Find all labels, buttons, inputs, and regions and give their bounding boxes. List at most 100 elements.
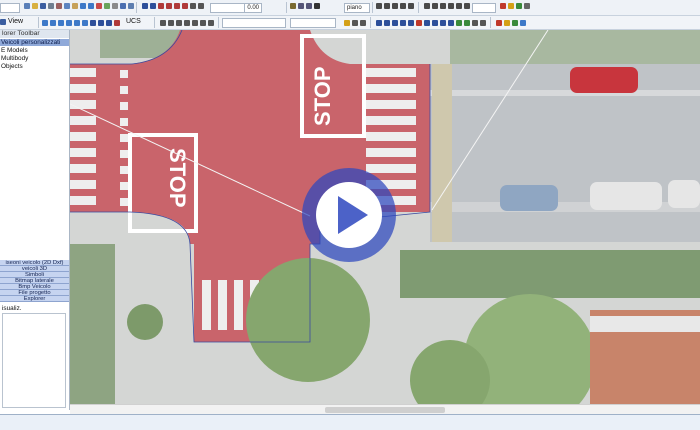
grid-icon[interactable] (112, 3, 118, 9)
report-icon[interactable] (512, 20, 518, 26)
explode-icon[interactable] (448, 20, 454, 26)
parking-line-top (430, 90, 700, 96)
material-icon[interactable] (392, 3, 398, 9)
draw-arc-icon[interactable] (150, 3, 156, 9)
trim-icon[interactable] (408, 20, 414, 26)
roof-wall (590, 316, 700, 332)
scale-icon[interactable] (400, 20, 406, 26)
light-icon[interactable] (384, 3, 390, 9)
copy-object-icon[interactable] (384, 20, 390, 26)
extend-icon[interactable] (416, 20, 422, 26)
color-icon[interactable] (344, 20, 350, 26)
vehicle-icon[interactable] (500, 3, 506, 9)
secondary-toolbar: View UCS (0, 16, 700, 30)
array-icon[interactable] (440, 20, 446, 26)
orbit-icon[interactable] (82, 20, 88, 26)
settings-icon[interactable] (524, 3, 530, 9)
dimension-icon[interactable] (198, 3, 204, 9)
tool-d-icon[interactable] (448, 3, 454, 9)
new-icon[interactable] (24, 3, 30, 9)
open-icon[interactable] (32, 3, 38, 9)
redo-icon[interactable] (88, 3, 94, 9)
tool-c-icon[interactable] (440, 3, 446, 9)
top-view-icon[interactable] (90, 20, 96, 26)
tool-a-icon[interactable] (424, 3, 430, 9)
tree-item-objects[interactable]: Objects (0, 63, 69, 70)
explorer-button[interactable]: Explorer (0, 296, 69, 302)
layer-dropdown[interactable] (222, 18, 286, 28)
snap-center-icon[interactable] (176, 20, 182, 26)
draw-rect-icon[interactable] (174, 3, 180, 9)
tree-item-selected[interactable]: Veicoli personalizzati (0, 39, 69, 46)
view-icon[interactable] (0, 19, 6, 25)
measure-icon[interactable] (298, 3, 304, 9)
export-icon[interactable] (516, 3, 522, 9)
hatch-icon[interactable] (182, 3, 188, 9)
group-icon[interactable] (456, 20, 462, 26)
undo-icon[interactable] (80, 3, 86, 9)
pan-icon[interactable] (42, 20, 48, 26)
render-icon[interactable] (376, 3, 382, 9)
snap-perp-icon[interactable] (184, 20, 190, 26)
save-icon[interactable] (40, 3, 46, 9)
draw-polyline-icon[interactable] (166, 3, 172, 9)
erase-icon[interactable] (96, 3, 102, 9)
tree-item-e-models[interactable]: E Models (0, 47, 69, 54)
insert-icon[interactable] (480, 20, 486, 26)
drawing-canvas[interactable]: STOP STOP (70, 30, 700, 404)
side-view-icon[interactable] (106, 20, 112, 26)
shade-icon[interactable] (314, 3, 320, 9)
paste-icon[interactable] (72, 3, 78, 9)
snap-endpoint-icon[interactable] (160, 20, 166, 26)
zoom-out-icon[interactable] (58, 20, 64, 26)
offset-icon[interactable] (424, 20, 430, 26)
scrollbar-thumb[interactable] (325, 407, 445, 413)
linetype-dropdown[interactable] (290, 18, 336, 28)
help-icon[interactable] (520, 20, 526, 26)
animation-icon[interactable] (496, 20, 502, 26)
snap-tangent-icon[interactable] (192, 20, 198, 26)
rotate-icon[interactable] (74, 20, 80, 26)
camera-icon[interactable] (400, 3, 406, 9)
zoom-in-icon[interactable] (50, 20, 56, 26)
fillet-icon[interactable] (432, 20, 438, 26)
ungroup-icon[interactable] (464, 20, 470, 26)
zoom-extents-icon[interactable] (66, 20, 72, 26)
snap-icon[interactable] (120, 3, 126, 9)
tool-b-icon[interactable] (432, 3, 438, 9)
layer-icon[interactable] (104, 3, 110, 9)
text-icon[interactable] (190, 3, 196, 9)
snap-midpoint-icon[interactable] (168, 20, 174, 26)
lock-icon[interactable] (290, 3, 296, 9)
video-play-button[interactable] (302, 168, 396, 262)
draw-line-icon[interactable] (142, 3, 148, 9)
view-label[interactable]: View (8, 18, 23, 25)
toolbar-search-field[interactable] (0, 3, 20, 13)
block-icon[interactable] (472, 20, 478, 26)
draw-circle-icon[interactable] (158, 3, 164, 9)
cut-icon[interactable] (56, 3, 62, 9)
snap-intersect-icon[interactable] (208, 20, 214, 26)
linewidth-icon[interactable] (352, 20, 358, 26)
object-icon[interactable] (306, 3, 312, 9)
ucs-label[interactable]: UCS (126, 18, 141, 25)
option-field[interactable] (472, 3, 496, 13)
value-field[interactable]: 0.00 (244, 3, 262, 13)
simulation-icon[interactable] (504, 20, 510, 26)
tool-e-icon[interactable] (456, 3, 462, 9)
texture-icon[interactable] (408, 3, 414, 9)
bitmap-icon[interactable] (508, 3, 514, 9)
ucs-icon[interactable] (114, 20, 120, 26)
mirror-icon[interactable] (392, 20, 398, 26)
front-view-icon[interactable] (98, 20, 104, 26)
tree-item-multibody[interactable]: Multibody (0, 55, 69, 62)
plane-dropdown[interactable]: piano (344, 3, 370, 13)
horizontal-scrollbar[interactable] (70, 404, 700, 414)
print-icon[interactable] (48, 3, 54, 9)
properties-icon[interactable] (360, 20, 366, 26)
snap-nearest-icon[interactable] (200, 20, 206, 26)
move-icon[interactable] (376, 20, 382, 26)
copy-icon[interactable] (64, 3, 70, 9)
zoom-icon[interactable] (128, 3, 134, 9)
tool-f-icon[interactable] (464, 3, 470, 9)
